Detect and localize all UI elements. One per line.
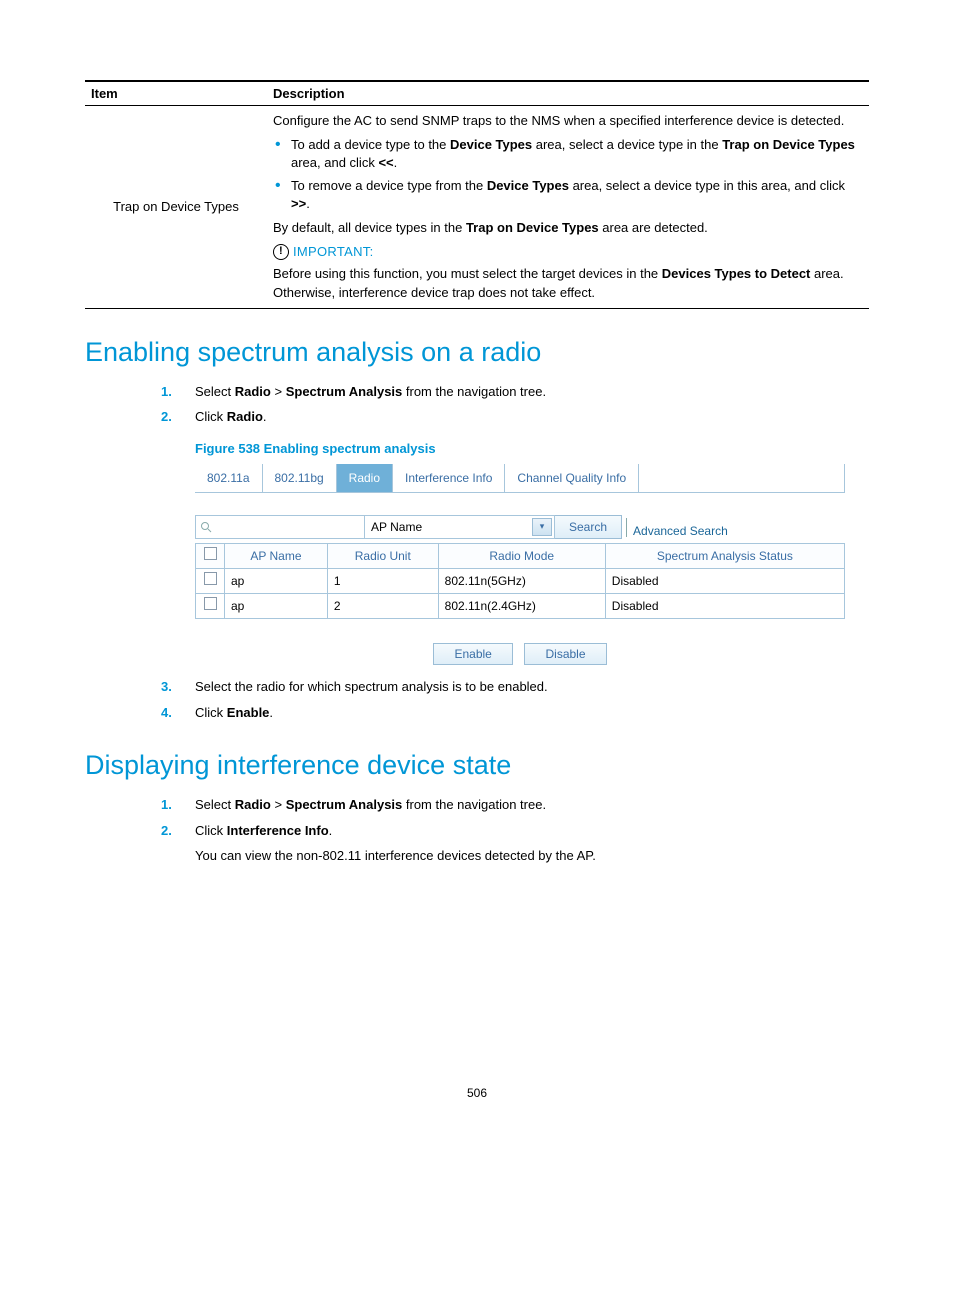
heading-enabling: Enabling spectrum analysis on a radio [85, 337, 869, 368]
desc-cell: Configure the AC to send SNMP traps to t… [267, 106, 869, 309]
step-1: Select Radio > Spectrum Analysis from th… [195, 382, 869, 402]
chevron-down-icon[interactable]: ▾ [532, 518, 552, 536]
search-field-dropdown[interactable]: AP Name ▾ [365, 515, 555, 539]
heading-displaying: Displaying interference device state [85, 750, 869, 781]
important-label: ! IMPORTANT: [273, 243, 374, 261]
important-icon: ! [273, 244, 289, 260]
tab-80211bg[interactable]: 802.11bg [263, 464, 337, 492]
advanced-search-link[interactable]: Advanced Search [626, 518, 728, 537]
th-apname[interactable]: AP Name [225, 544, 328, 569]
disable-button[interactable]: Disable [524, 643, 606, 665]
step-3: Select the radio for which spectrum anal… [195, 677, 869, 697]
step2-2: Click Interference Info. You can view th… [195, 821, 869, 866]
desc-intro: Configure the AC to send SNMP traps to t… [273, 112, 863, 130]
search-button[interactable]: Search [555, 515, 622, 539]
item-cell: Trap on Device Types [85, 106, 267, 309]
figure-caption: Figure 538 Enabling spectrum analysis [195, 439, 869, 459]
tab-channel-quality[interactable]: Channel Quality Info [505, 464, 639, 492]
step2-note: You can view the non-802.11 interference… [195, 846, 869, 866]
row-checkbox[interactable] [204, 597, 217, 610]
bullet-add: To add a device type to the Device Types… [291, 136, 863, 172]
tab-interference[interactable]: Interference Info [393, 464, 505, 492]
th-status[interactable]: Spectrum Analysis Status [605, 544, 844, 569]
enable-button[interactable]: Enable [433, 643, 512, 665]
bullet-remove: To remove a device type from the Device … [291, 177, 863, 213]
important-note: Before using this function, you must sel… [273, 265, 863, 301]
table-row: ap 2 802.11n(2.4GHz) Disabled [196, 594, 845, 619]
search-row: AP Name ▾ Search Advanced Search [195, 515, 845, 539]
step-4: Click Enable. [195, 703, 869, 723]
row-checkbox[interactable] [204, 572, 217, 585]
search-icon [200, 521, 212, 533]
tab-row: 802.11a 802.11bg Radio Interference Info… [195, 464, 845, 493]
th-item: Item [85, 81, 267, 106]
page-number: 506 [85, 1086, 869, 1100]
action-buttons: Enable Disable [195, 643, 845, 665]
th-radiomode[interactable]: Radio Mode [438, 544, 605, 569]
step-2: Click Radio. Figure 538 Enabling spectru… [195, 407, 869, 665]
tab-80211a[interactable]: 802.11a [195, 464, 263, 492]
th-desc: Description [267, 81, 869, 106]
table-row: ap 1 802.11n(5GHz) Disabled [196, 569, 845, 594]
checkbox-all[interactable] [204, 547, 217, 560]
figure-538: 802.11a 802.11bg Radio Interference Info… [195, 464, 869, 665]
th-checkbox [196, 544, 225, 569]
search-input[interactable] [195, 515, 365, 539]
default-note: By default, all device types in the Trap… [273, 219, 863, 237]
radio-table: AP Name Radio Unit Radio Mode Spectrum A… [195, 543, 845, 619]
th-radiounit[interactable]: Radio Unit [327, 544, 438, 569]
definition-table: Item Description Trap on Device Types Co… [85, 80, 869, 309]
step2-1: Select Radio > Spectrum Analysis from th… [195, 795, 869, 815]
tab-radio[interactable]: Radio [337, 464, 393, 492]
tab-spacer [639, 464, 845, 492]
